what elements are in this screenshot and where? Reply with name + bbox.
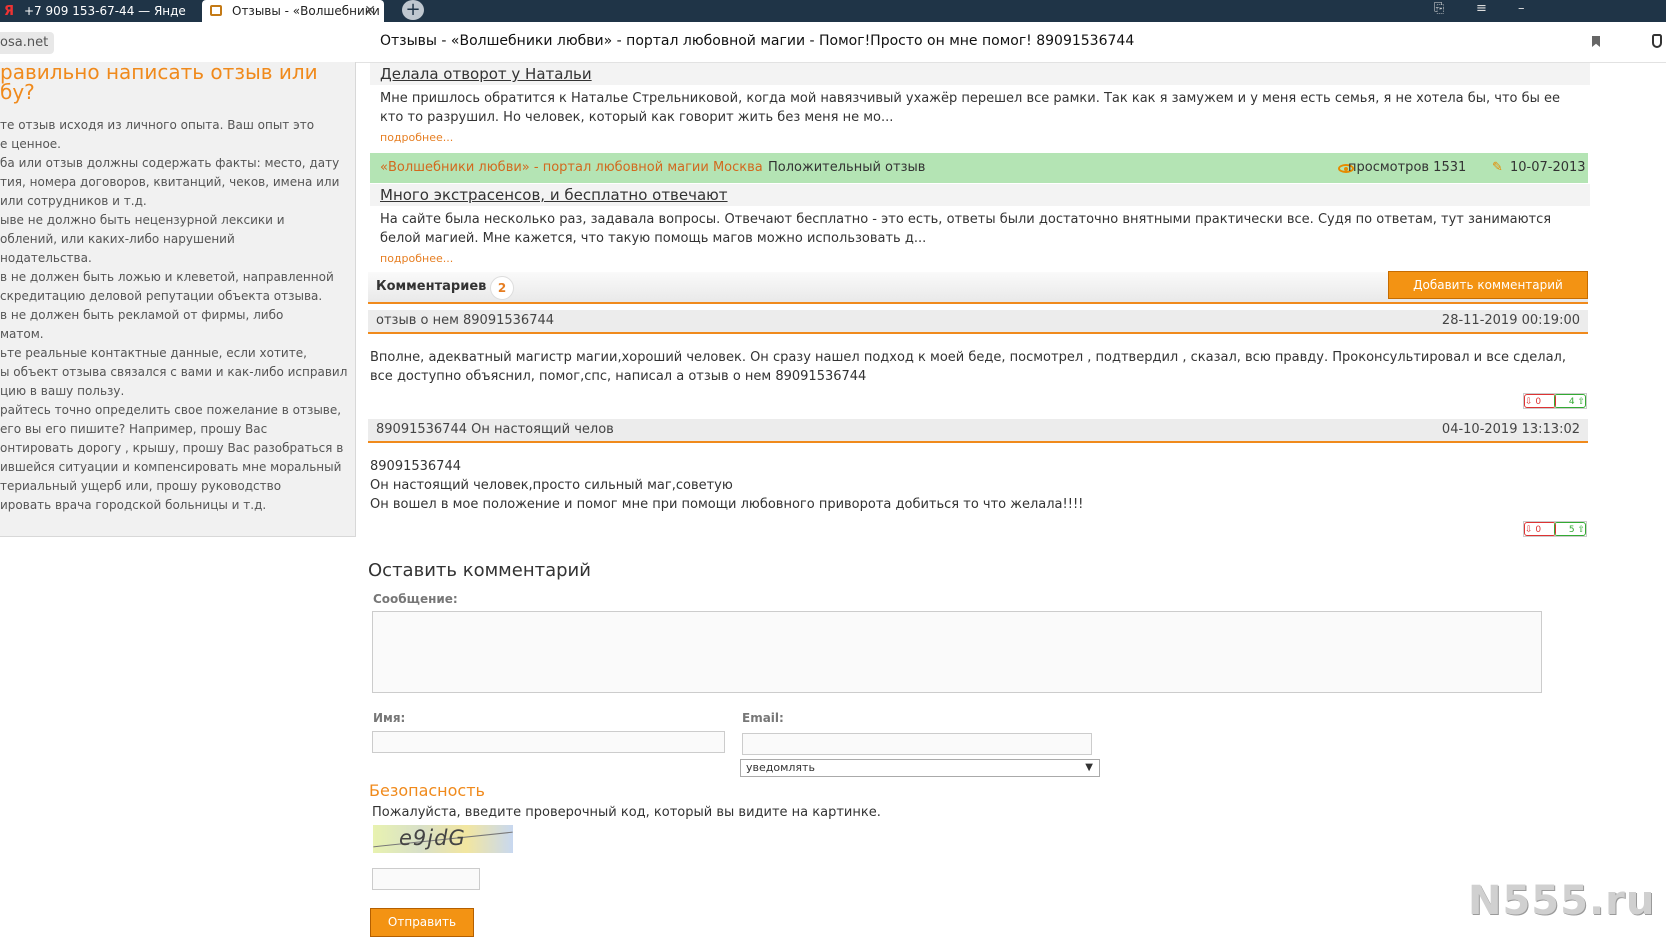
review-date: 10-07-2013 bbox=[1510, 160, 1586, 175]
bookmarks-panel-icon[interactable]: ⎘ bbox=[1434, 0, 1444, 22]
sidebar-title: равильно написать отзыв или бу? bbox=[0, 62, 318, 104]
address-bar: osa.net Отзывы - «Волшебники любви» - по… bbox=[0, 22, 1666, 63]
comment-header: отзыв о нем 89091536744 28-11-2019 00:19… bbox=[368, 310, 1588, 334]
comment-date: 04-10-2019 13:13:02 bbox=[1441, 422, 1580, 437]
comment-date: 28-11-2019 00:19:00 bbox=[1441, 313, 1580, 328]
close-tab-icon[interactable]: ✕ bbox=[364, 3, 376, 19]
new-tab-button[interactable]: + bbox=[402, 0, 424, 20]
email-label: Email: bbox=[742, 711, 784, 725]
vote-down-button[interactable]: ⇩ 0 bbox=[1524, 522, 1556, 536]
comments-label: Комментариев bbox=[376, 279, 487, 294]
tab-label: +7 909 153-67-44 — Янде bbox=[24, 4, 186, 18]
tab-label: Отзывы - «Волшебники bbox=[232, 4, 380, 18]
captcha-image: e9jdG bbox=[373, 825, 513, 853]
name-label: Имя: bbox=[373, 711, 406, 725]
comment-text: 89091536744 Он настоящий человек,просто … bbox=[370, 459, 1084, 512]
organization-link[interactable]: «Волшебники любви» - портал любовной маг… bbox=[380, 153, 763, 183]
email-input[interactable] bbox=[742, 733, 1092, 755]
read-more-link[interactable]: подробнее... bbox=[370, 248, 1590, 269]
watermark: N555.ru bbox=[1468, 878, 1656, 924]
related-review: Много экстрасенсов, и бесплатно отвечают… bbox=[370, 184, 1590, 269]
review-title-link[interactable]: Делала отворот у Натальи bbox=[370, 63, 1590, 85]
bookmark-icon[interactable] bbox=[1592, 36, 1600, 47]
name-input[interactable] bbox=[372, 731, 725, 753]
add-comment-button[interactable]: Добавить комментарий bbox=[1388, 271, 1588, 299]
comment-header: 89091536744 Он настоящий челов 04-10-201… bbox=[368, 419, 1588, 443]
security-text: Пожалуйста, введите проверочный код, кот… bbox=[372, 805, 881, 820]
tab-reviews[interactable]: Отзывы - «Волшебники ✕ bbox=[202, 0, 384, 22]
yandex-icon: Я bbox=[4, 3, 15, 19]
notify-select[interactable]: уведомлять ▼ bbox=[740, 759, 1100, 777]
vote-down-button[interactable]: ⇩ 0 bbox=[1524, 394, 1556, 408]
chevron-down-icon: ▼ bbox=[1085, 762, 1093, 773]
review-title-link[interactable]: Много экстрасенсов, и бесплатно отвечают bbox=[370, 184, 1590, 206]
domain-chip[interactable]: osa.net bbox=[0, 32, 55, 54]
related-review: Делала отворот у Натальи Мне пришлось об… bbox=[370, 63, 1590, 148]
comment-form-title: Оставить комментарий bbox=[368, 560, 591, 581]
captcha-text: e9jdG bbox=[399, 826, 466, 850]
protect-icon[interactable] bbox=[1652, 34, 1662, 48]
favicon-icon bbox=[210, 5, 222, 16]
message-textarea[interactable] bbox=[372, 611, 1542, 693]
vote-widget: ⇩ 0 5 ⇧ bbox=[1523, 521, 1587, 537]
security-title: Безопасность bbox=[369, 781, 485, 800]
views-count: просмотров 1531 bbox=[1348, 160, 1467, 175]
tab-yandex[interactable]: Я +7 909 153-67-44 — Янде bbox=[0, 0, 198, 22]
comments-count-badge: 2 bbox=[490, 276, 514, 300]
comment-title: отзыв о нем 89091536744 bbox=[376, 313, 555, 328]
pencil-icon: ✎ bbox=[1492, 160, 1503, 175]
minimize-icon[interactable]: – bbox=[1518, 0, 1525, 22]
comment-text: Вполне, адекватный магистр магии,хороший… bbox=[370, 350, 1566, 384]
vote-up-button[interactable]: 5 ⇧ bbox=[1554, 522, 1586, 536]
review-meta-bar: «Волшебники любви» - портал любовной маг… bbox=[370, 153, 1588, 183]
sidebar-tips: равильно написать отзыв или бу? те отзыв… bbox=[0, 62, 356, 537]
vote-up-button[interactable]: 4 ⇧ bbox=[1554, 394, 1586, 408]
review-excerpt: Мне пришлось обратится к Наталье Стрельн… bbox=[380, 91, 1561, 125]
browser-tab-bar: Я +7 909 153-67-44 — Янде Отзывы - «Волш… bbox=[0, 0, 1666, 22]
message-label: Сообщение: bbox=[373, 592, 458, 606]
submit-button[interactable]: Отправить bbox=[370, 908, 474, 937]
captcha-input[interactable] bbox=[372, 868, 480, 890]
read-more-link[interactable]: подробнее... bbox=[370, 127, 1590, 148]
comment-title: 89091536744 Он настоящий челов bbox=[376, 422, 614, 437]
review-type: Положительный отзыв bbox=[768, 160, 926, 175]
vote-widget: ⇩ 0 4 ⇧ bbox=[1523, 393, 1587, 409]
review-excerpt: На сайте была несколько раз, задавала во… bbox=[380, 212, 1552, 246]
sidebar-text: те отзыв исходя из личного опыта. Ваш оп… bbox=[0, 118, 348, 512]
page-title: Отзывы - «Волшебники любви» - портал люб… bbox=[380, 33, 1135, 49]
menu-icon[interactable]: ≡ bbox=[1476, 0, 1487, 22]
